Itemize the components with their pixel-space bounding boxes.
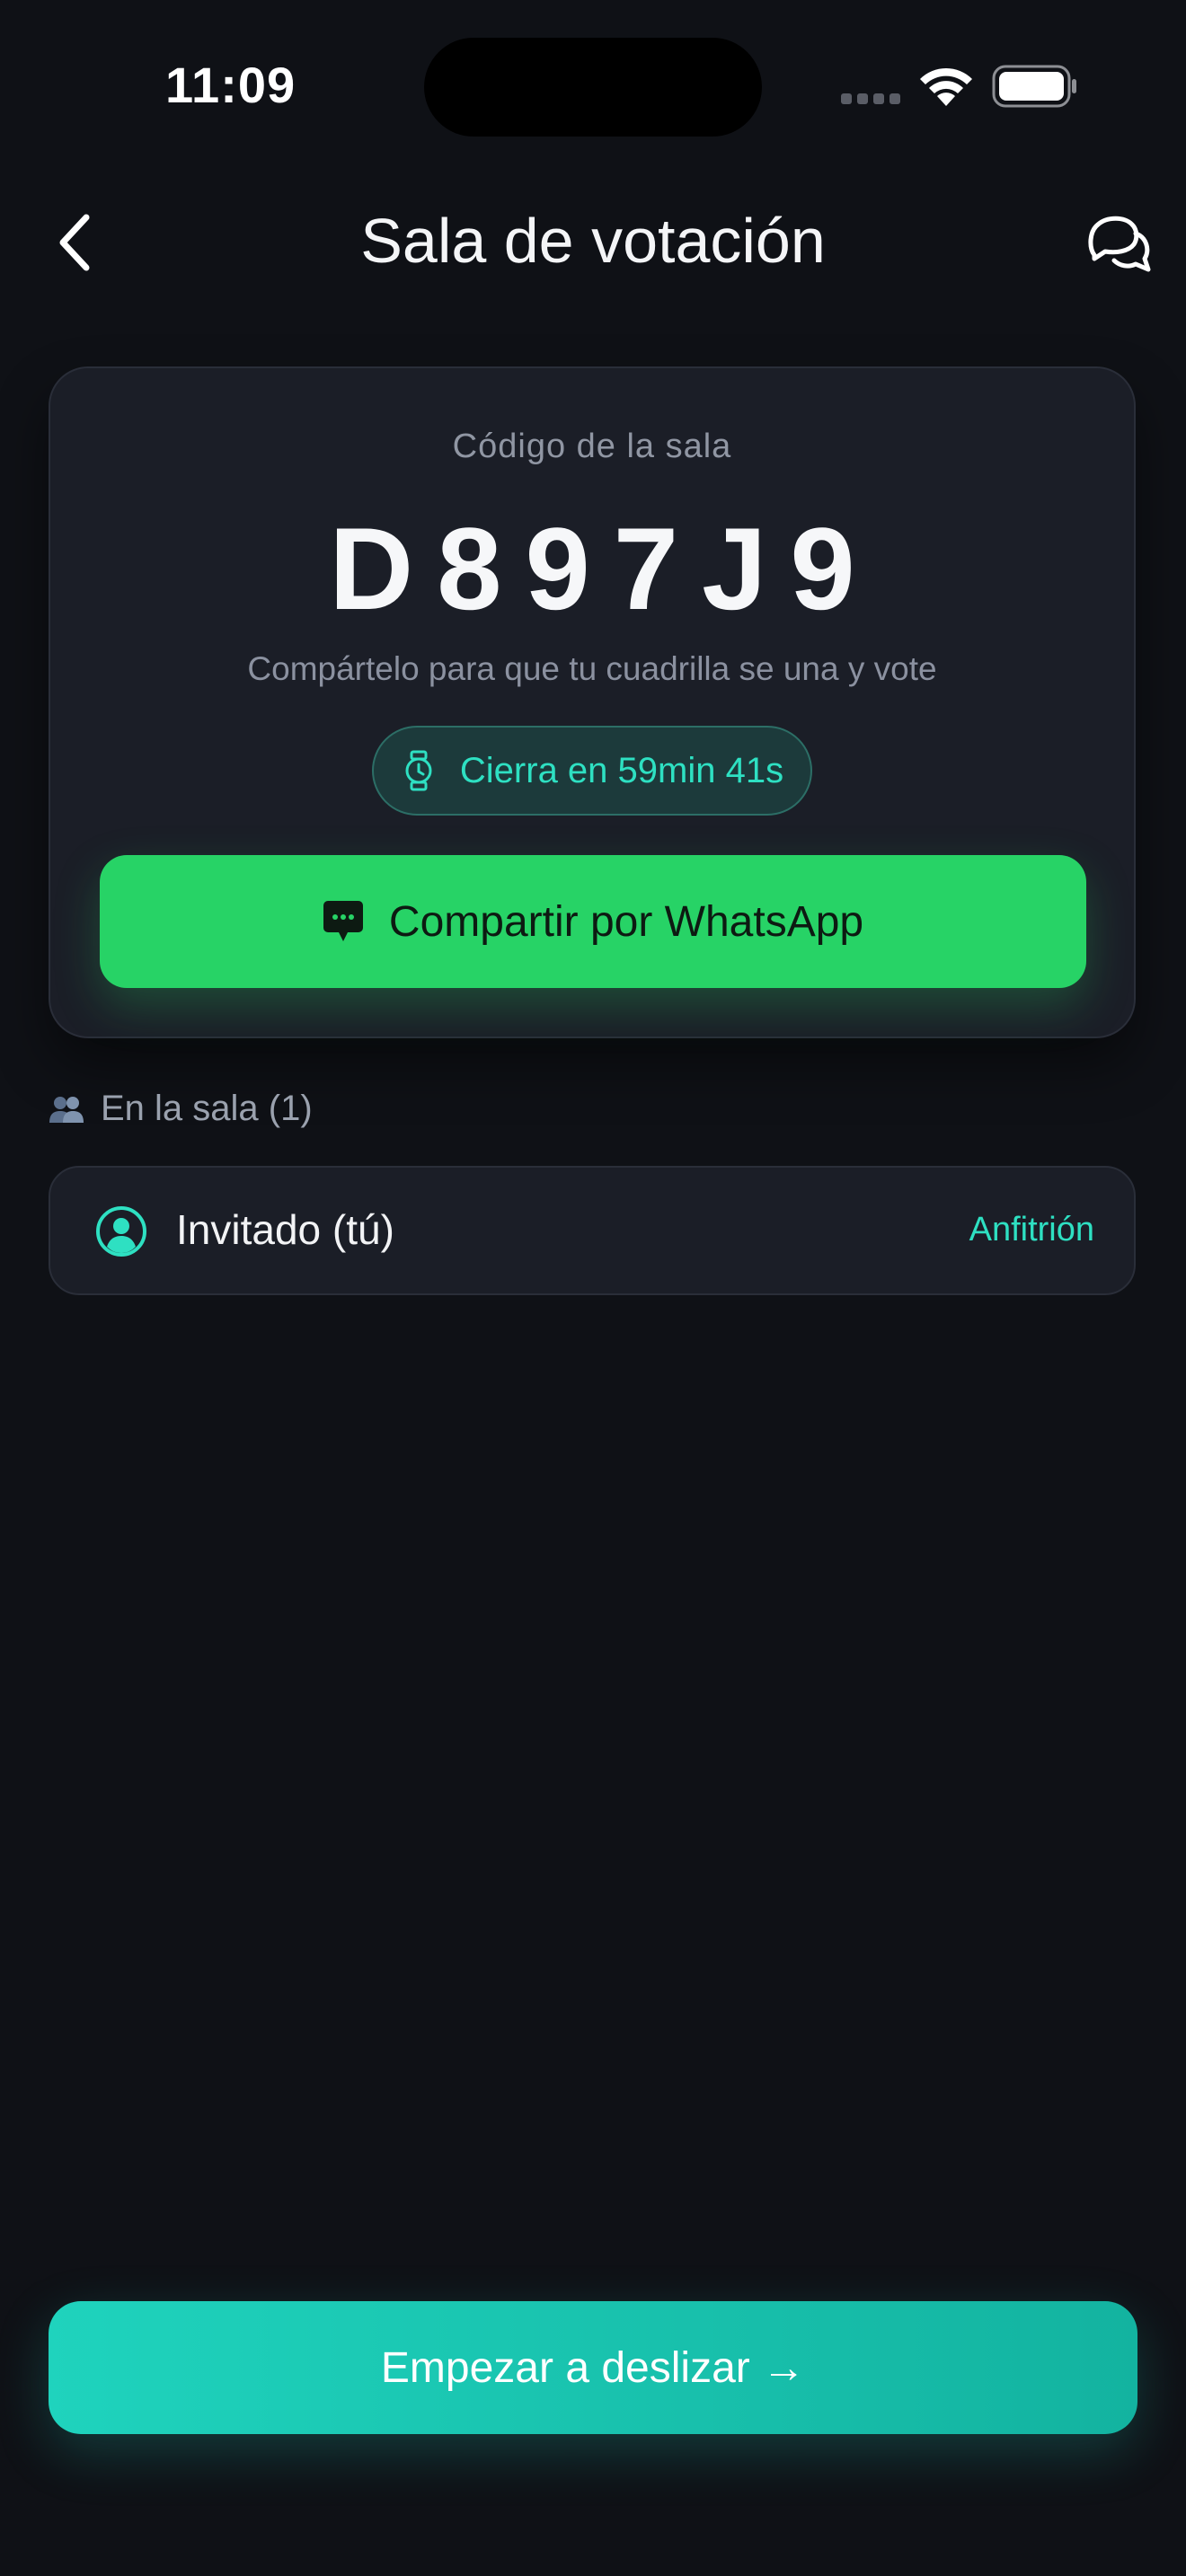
timer-text: Cierra en 59min 41s xyxy=(459,750,784,790)
status-time: 11:09 xyxy=(165,57,296,113)
dynamic-island xyxy=(424,38,762,137)
member-name: Invitado (tú) xyxy=(176,1206,394,1253)
people-icon xyxy=(49,1096,84,1123)
timer-badge: Cierra en 59min 41s xyxy=(372,726,812,816)
watch-icon xyxy=(405,750,432,791)
start-swiping-button[interactable]: Empezar a deslizar → xyxy=(49,2301,1137,2434)
wifi-icon xyxy=(920,67,972,106)
share-hint: Compártelo para que tu cuadrilla se una … xyxy=(247,650,937,687)
user-circle-icon xyxy=(96,1206,146,1257)
room-code-label: Código de la sala xyxy=(452,428,732,465)
start-button-label: Empezar a deslizar → xyxy=(380,2343,806,2392)
members-title: En la sala (1) xyxy=(101,1089,313,1128)
whatsapp-button-label: Compartir por WhatsApp xyxy=(388,897,864,946)
page-title: Sala de votación xyxy=(360,206,826,276)
chat-bubbles-icon[interactable] xyxy=(1085,212,1154,277)
member-row: Invitado (tú) Anfitrión xyxy=(49,1166,1136,1295)
battery-icon xyxy=(992,65,1076,108)
signal-dots-icon xyxy=(841,93,900,104)
members-header: En la sala (1) xyxy=(49,1089,313,1129)
room-code: D897J9 xyxy=(329,503,879,634)
member-role-badge: Anfitrión xyxy=(969,1211,1094,1248)
share-whatsapp-button[interactable]: Compartir por WhatsApp xyxy=(100,855,1086,988)
room-card: Código de la sala D897J9 Compártelo para… xyxy=(49,366,1136,1038)
message-bubble-icon xyxy=(323,901,363,941)
